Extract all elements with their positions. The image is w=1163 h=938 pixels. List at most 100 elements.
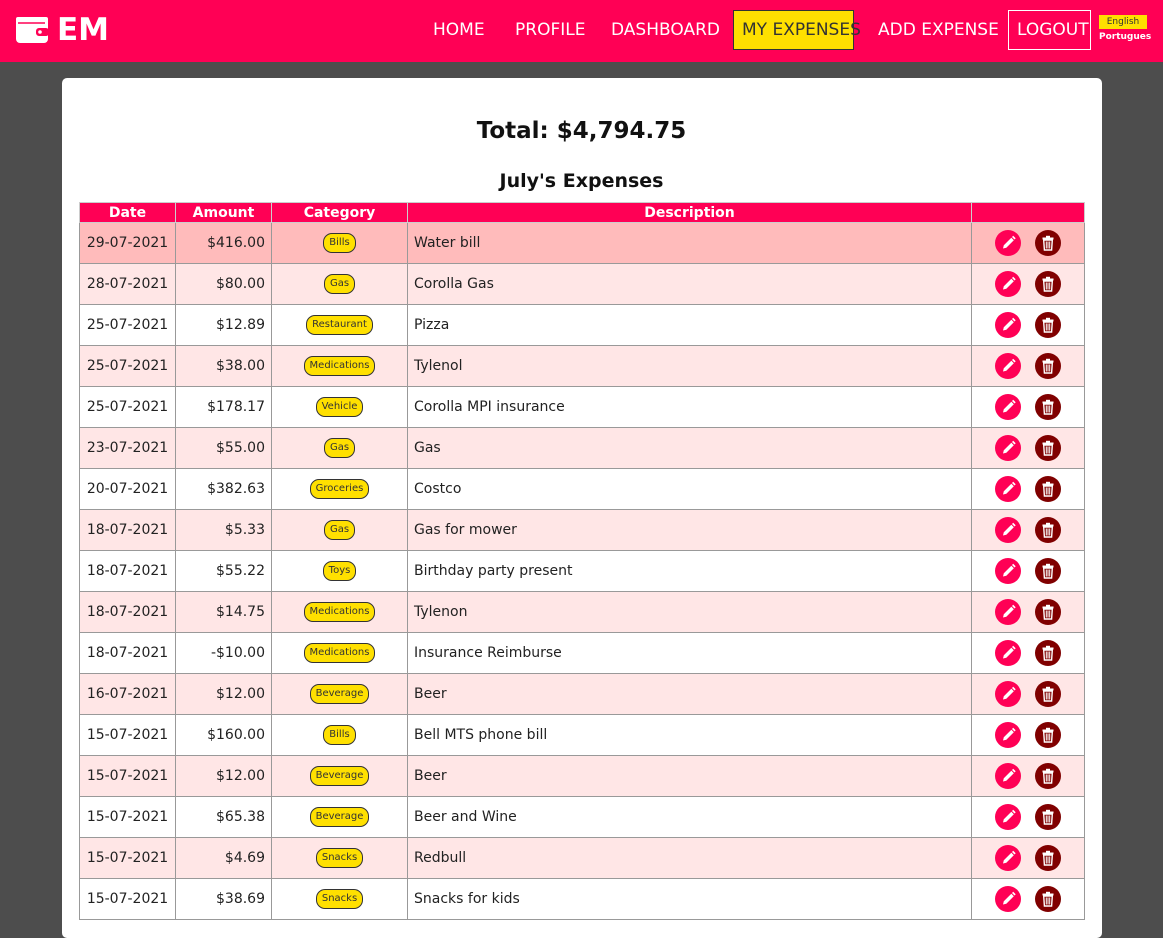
delete-button[interactable] xyxy=(1035,353,1061,379)
edit-button[interactable] xyxy=(995,230,1021,256)
edit-button[interactable] xyxy=(995,271,1021,297)
cell-amount: $14.75 xyxy=(175,591,272,633)
table-row[interactable]: 18-07-2021 $14.75 Medications Tylenon xyxy=(79,591,1085,633)
cell-amount: $4.69 xyxy=(175,837,272,879)
cell-description: Tylenon xyxy=(407,591,972,633)
cell-amount: $178.17 xyxy=(175,386,272,428)
cell-description: Snacks for kids xyxy=(407,878,972,920)
cell-category: Beverage xyxy=(271,796,408,838)
header-actions xyxy=(971,202,1085,223)
edit-button[interactable] xyxy=(995,763,1021,789)
delete-button[interactable] xyxy=(1035,435,1061,461)
table-row[interactable]: 23-07-2021 $55.00 Gas Gas xyxy=(79,427,1085,469)
table-row[interactable]: 15-07-2021 $4.69 Snacks Redbull xyxy=(79,837,1085,879)
cell-amount: $80.00 xyxy=(175,263,272,305)
edit-button[interactable] xyxy=(995,558,1021,584)
cell-actions xyxy=(971,878,1085,920)
table-row[interactable]: 15-07-2021 $160.00 Bills Bell MTS phone bil… xyxy=(79,714,1085,756)
delete-button[interactable] xyxy=(1035,804,1061,830)
cell-amount: -$10.00 xyxy=(175,632,272,674)
edit-button[interactable] xyxy=(995,681,1021,707)
delete-button[interactable] xyxy=(1035,722,1061,748)
delete-button[interactable] xyxy=(1035,640,1061,666)
edit-button[interactable] xyxy=(995,476,1021,502)
delete-button[interactable] xyxy=(1035,886,1061,912)
edit-button[interactable] xyxy=(995,394,1021,420)
cell-description: Redbull xyxy=(407,837,972,879)
category-badge: Gas xyxy=(323,520,356,540)
edit-button[interactable] xyxy=(995,353,1021,379)
delete-button[interactable] xyxy=(1035,517,1061,543)
edit-button[interactable] xyxy=(995,845,1021,871)
category-badge: Bills xyxy=(323,233,356,253)
nav-home[interactable]: HOME xyxy=(433,10,485,50)
cell-description: Insurance Reimburse xyxy=(407,632,972,674)
category-badge: Toys xyxy=(322,561,357,581)
cell-category: Bills xyxy=(271,714,408,756)
brand-logo[interactable]: EM xyxy=(16,10,109,50)
delete-button[interactable] xyxy=(1035,312,1061,338)
table-row[interactable]: 15-07-2021 $65.38 Beverage Beer and Wine xyxy=(79,796,1085,838)
header-description: Description xyxy=(407,202,972,223)
edit-button[interactable] xyxy=(995,517,1021,543)
edit-button[interactable] xyxy=(995,640,1021,666)
header-date: Date xyxy=(79,202,176,223)
nav-profile[interactable]: PROFILE xyxy=(515,10,585,50)
logout-button[interactable]: LOGOUT xyxy=(1008,10,1091,50)
delete-button[interactable] xyxy=(1035,763,1061,789)
lang-english[interactable]: English xyxy=(1099,15,1147,29)
edit-button[interactable] xyxy=(995,804,1021,830)
table-row[interactable]: 15-07-2021 $12.00 Beverage Beer xyxy=(79,755,1085,797)
table-row[interactable]: 18-07-2021 $5.33 Gas Gas for mower xyxy=(79,509,1085,551)
cell-category: Medications xyxy=(271,632,408,674)
edit-button[interactable] xyxy=(995,435,1021,461)
cell-actions xyxy=(971,714,1085,756)
edit-button[interactable] xyxy=(995,722,1021,748)
table-row[interactable]: 25-07-2021 $12.89 Restaurant Pizza xyxy=(79,304,1085,346)
category-badge: Gas xyxy=(323,438,356,458)
edit-button[interactable] xyxy=(995,599,1021,625)
cell-actions xyxy=(971,345,1085,387)
cell-category: Beverage xyxy=(271,755,408,797)
cell-description: Corolla Gas xyxy=(407,263,972,305)
table-row[interactable]: 15-07-2021 $38.69 Snacks Snacks for kids xyxy=(79,878,1085,920)
brand-text: EM xyxy=(57,12,110,48)
table-row[interactable]: 16-07-2021 $12.00 Beverage Beer xyxy=(79,673,1085,715)
table-row[interactable]: 28-07-2021 $80.00 Gas Corolla Gas xyxy=(79,263,1085,305)
delete-button[interactable] xyxy=(1035,558,1061,584)
lang-portuguese[interactable]: Portugues xyxy=(1099,29,1151,45)
nav-dashboard[interactable]: DASHBOARD xyxy=(611,10,720,50)
cell-category: Toys xyxy=(271,550,408,592)
cell-actions xyxy=(971,386,1085,428)
category-badge: Medications xyxy=(303,602,376,622)
delete-button[interactable] xyxy=(1035,476,1061,502)
nav-add-expense[interactable]: ADD EXPENSE xyxy=(878,10,999,50)
delete-button[interactable] xyxy=(1035,271,1061,297)
delete-button[interactable] xyxy=(1035,845,1061,871)
table-row[interactable]: 29-07-2021 $416.00 Bills Water bill xyxy=(79,222,1085,264)
header-category: Category xyxy=(271,202,408,223)
cell-date: 18-07-2021 xyxy=(79,550,176,592)
cell-amount: $38.69 xyxy=(175,878,272,920)
cell-category: Bills xyxy=(271,222,408,264)
table-row[interactable]: 25-07-2021 $38.00 Medications Tylenol xyxy=(79,345,1085,387)
cell-actions xyxy=(971,468,1085,510)
cell-amount: $55.00 xyxy=(175,427,272,469)
table-row[interactable]: 20-07-2021 $382.63 Groceries Costco xyxy=(79,468,1085,510)
delete-button[interactable] xyxy=(1035,394,1061,420)
delete-button[interactable] xyxy=(1035,230,1061,256)
table-row[interactable]: 25-07-2021 $178.17 Vehicle Corolla MPI insu… xyxy=(79,386,1085,428)
table-row[interactable]: 18-07-2021 -$10.00 Medications Insurance Re… xyxy=(79,632,1085,674)
cell-amount: $12.89 xyxy=(175,304,272,346)
edit-button[interactable] xyxy=(995,312,1021,338)
delete-button[interactable] xyxy=(1035,599,1061,625)
category-badge: Beverage xyxy=(309,766,370,786)
edit-button[interactable] xyxy=(995,886,1021,912)
nav-my-expenses[interactable]: MY EXPENSES xyxy=(733,10,861,50)
cell-date: 25-07-2021 xyxy=(79,304,176,346)
category-badge: Vehicle xyxy=(315,397,364,417)
delete-button[interactable] xyxy=(1035,681,1061,707)
cell-actions xyxy=(971,304,1085,346)
table-row[interactable]: 18-07-2021 $55.22 Toys Birthday party prese… xyxy=(79,550,1085,592)
cell-description: Corolla MPI insurance xyxy=(407,386,972,428)
